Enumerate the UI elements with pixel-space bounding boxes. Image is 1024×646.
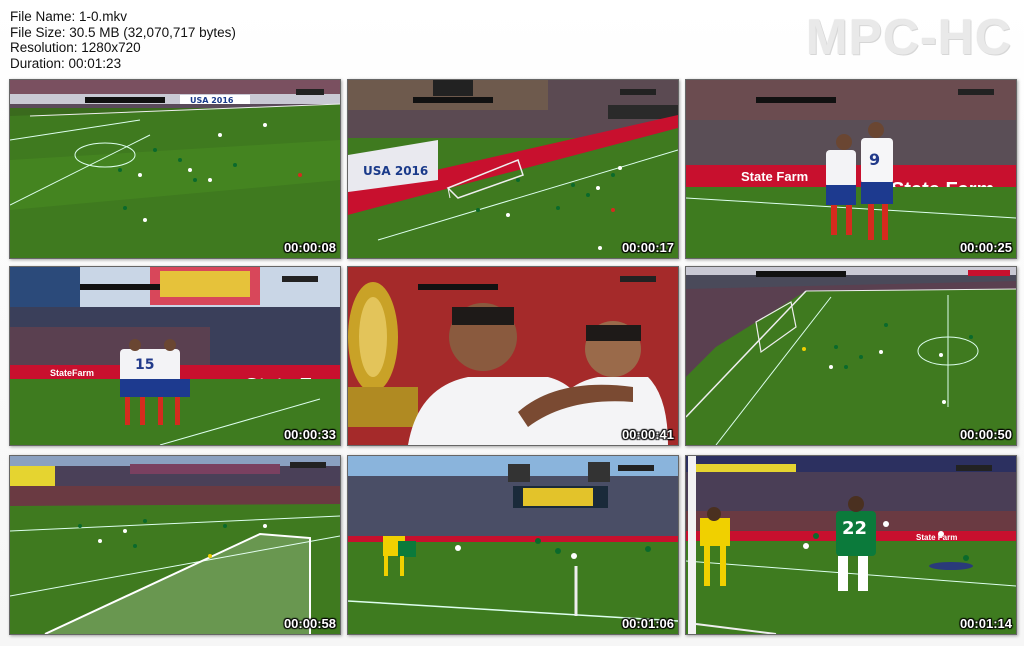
timestamp: 00:00:33 (283, 427, 336, 442)
thumbnail-4[interactable]: StateFarm State Farm 15 00:00:33 (9, 266, 341, 446)
timestamp: 00:01:06 (621, 616, 674, 631)
timestamp: 00:00:50 (959, 427, 1012, 442)
resolution: Resolution: 1280x720 (10, 40, 141, 56)
timestamp: 00:00:41 (621, 427, 674, 442)
thumbnail-8-image (348, 456, 678, 634)
file-size: File Size: 30.5 MB (32,070,717 bytes) (10, 24, 236, 40)
thumbnail-1[interactable]: USA 2016 00:00:08 (9, 79, 341, 259)
thumbnail-9-image: State Farm 22 (686, 456, 1016, 634)
mpc-hc-logo: MPC-HC (806, 9, 1012, 65)
timestamp: 00:00:58 (283, 616, 336, 631)
jersey-number: 22 (842, 518, 867, 539)
thumbnail-7-image (10, 456, 340, 634)
thumbnail-7[interactable]: 00:00:58 (9, 455, 341, 635)
thumbnail-5-image (348, 267, 678, 445)
jersey-number: 9 (869, 150, 880, 169)
thumbnail-4-image: StateFarm State Farm 15 (10, 267, 340, 445)
thumbnail-3[interactable]: State Farm State Farm 9 00:00:25 (685, 79, 1017, 259)
svg-text:StateFarm: StateFarm (50, 368, 94, 378)
thumbnail-6-image (686, 267, 1016, 445)
thumbnail-2-image: USA 2016 (348, 80, 678, 258)
jersey-number: 15 (135, 357, 154, 373)
timestamp: 00:01:14 (959, 616, 1012, 631)
thumbnail-3-image: State Farm State Farm 9 (686, 80, 1016, 258)
thumbnail-5[interactable]: 00:00:41 (347, 266, 679, 446)
timestamp: 00:00:25 (959, 240, 1012, 255)
ad-board-text: State Farm (916, 533, 957, 542)
timestamp: 00:00:08 (283, 240, 336, 255)
ad-board-text: USA 2016 (363, 164, 428, 178)
ad-board-text: USA 2016 (190, 96, 234, 105)
thumbnail-8[interactable]: 00:01:06 (347, 455, 679, 635)
timestamp: 00:00:17 (621, 240, 674, 255)
file-info: File Name: 1-0.mkv File Size: 30.5 MB (3… (10, 9, 236, 71)
thumbnail-1-image: USA 2016 (10, 80, 340, 258)
thumbnail-2[interactable]: USA 2016 00:00:17 (347, 79, 679, 259)
ad-board-text: State Farm (741, 169, 808, 184)
duration: Duration: 00:01:23 (10, 55, 122, 71)
thumbnail-6[interactable]: 00:00:50 (685, 266, 1017, 446)
thumbnail-9[interactable]: State Farm 22 00:01:14 (685, 455, 1017, 635)
file-name: File Name: 1-0.mkv (10, 9, 128, 24)
